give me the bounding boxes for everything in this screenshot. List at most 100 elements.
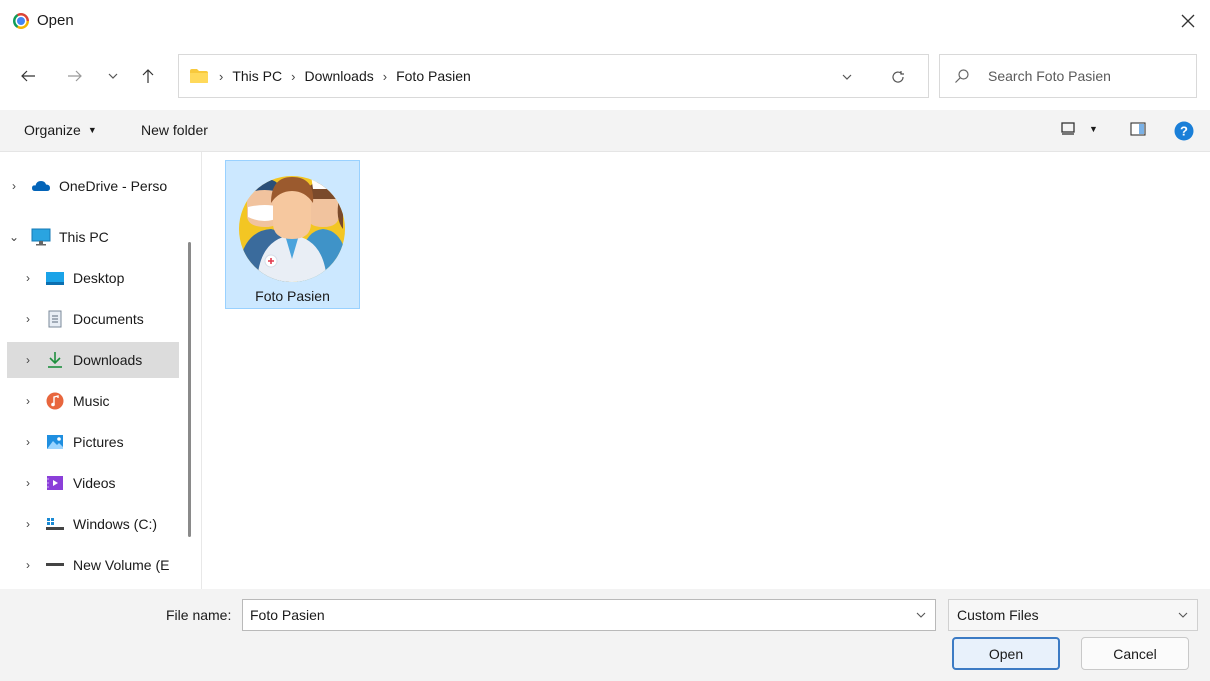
chevron-right-icon: › [26, 353, 30, 367]
title-bar: Open [0, 0, 1210, 42]
sidebar-item-windows-c[interactable]: › Windows (C:) [7, 506, 179, 542]
chevron-right-icon: › [26, 271, 30, 285]
sidebar-item-label: Desktop [73, 270, 125, 286]
sidebar-item-videos[interactable]: › Videos [7, 465, 179, 501]
sidebar-item-pictures[interactable]: › Pictures [7, 424, 179, 460]
breadcrumb-separator: › [382, 68, 388, 84]
breadcrumb: › This PC › Downloads › Foto Pasien [219, 68, 471, 84]
chrome-icon [13, 13, 29, 29]
file-list: Foto Pasien [202, 152, 1210, 589]
forward-arrow-icon [68, 70, 82, 82]
file-name-input[interactable] [250, 600, 900, 630]
sidebar-item-desktop[interactable]: › Desktop [7, 260, 179, 296]
sidebar-item-label: Pictures [73, 434, 124, 450]
file-name-dropdown-button[interactable] [913, 607, 929, 623]
file-type-select[interactable]: Custom Files [948, 599, 1198, 631]
change-view-button[interactable] [1061, 121, 1075, 135]
chevron-right-icon: › [26, 312, 30, 326]
forward-button[interactable] [63, 62, 87, 90]
refresh-icon [892, 71, 904, 83]
folder-icon [190, 69, 208, 83]
chevron-down-icon: ⌄ [8, 230, 20, 244]
desktop-icon [45, 268, 65, 288]
dialog-footer: File name: Custom Files Open Cancel [0, 589, 1210, 681]
file-type-dropdown-button[interactable] [1175, 607, 1191, 623]
file-item[interactable]: Foto Pasien [225, 160, 360, 309]
up-arrow-icon [142, 69, 154, 83]
chevron-right-icon: › [26, 558, 30, 572]
drive-icon [45, 514, 65, 534]
chevron-right-icon: › [26, 435, 30, 449]
back-button[interactable] [16, 62, 40, 90]
cloud-icon [31, 176, 51, 196]
chevron-right-icon: › [26, 394, 30, 408]
help-button[interactable]: ? [1174, 121, 1194, 141]
sidebar-item-new-volume[interactable]: › New Volume (E [7, 547, 179, 583]
breadcrumb-foto-pasien[interactable]: Foto Pasien [396, 68, 471, 84]
sidebar-item-label: Documents [73, 311, 144, 327]
videos-icon [45, 473, 65, 493]
medical-team-thumbnail [239, 176, 345, 282]
music-icon [45, 391, 65, 411]
new-folder-button[interactable]: New folder [141, 122, 208, 138]
chevron-down-icon [108, 73, 118, 79]
pictures-icon [45, 432, 65, 452]
back-arrow-icon [21, 70, 35, 82]
caret-down-icon: ▼ [1089, 124, 1098, 134]
preview-pane-button[interactable] [1130, 122, 1146, 136]
breadcrumb-downloads[interactable]: Downloads [304, 68, 373, 84]
sidebar-item-label: Windows (C:) [73, 516, 158, 532]
sidebar-item-downloads[interactable]: › Downloads [7, 342, 179, 378]
recent-locations-button[interactable] [101, 62, 125, 90]
sidebar-item-label: OneDrive - Perso [59, 178, 168, 194]
sidebar-item-label: This PC [59, 229, 109, 245]
file-name-label: Foto Pasien [255, 288, 330, 304]
sidebar-item-label: Downloads [73, 352, 143, 368]
breadcrumb-separator: › [219, 68, 224, 84]
chevron-down-icon [842, 74, 852, 80]
organize-button[interactable]: Organize ▼ [24, 122, 97, 138]
breadcrumb-this-pc[interactable]: This PC [232, 68, 282, 84]
preview-pane-icon [1130, 122, 1146, 136]
close-icon [1181, 14, 1195, 28]
help-icon: ? [1174, 121, 1194, 141]
cancel-button[interactable]: Cancel [1081, 637, 1189, 670]
search-box [939, 54, 1197, 98]
up-button[interactable] [136, 62, 160, 90]
refresh-button[interactable] [886, 66, 910, 88]
chevron-down-icon [916, 612, 926, 618]
caret-down-icon: ▼ [87, 125, 97, 135]
search-icon [955, 69, 969, 83]
window-title: Open [37, 12, 74, 29]
command-bar: Organize ▼ New folder ▼ ? [0, 110, 1210, 152]
breadcrumb-separator: › [291, 68, 296, 84]
address-bar[interactable]: › This PC › Downloads › Foto Pasien [178, 54, 929, 98]
sidebar-item-this-pc[interactable]: ⌄ This PC [7, 219, 179, 255]
monitor-icon [31, 227, 51, 247]
scrollbar-thumb[interactable] [188, 242, 191, 537]
file-type-value: Custom Files [957, 607, 1039, 623]
chevron-down-icon [1178, 612, 1188, 618]
sidebar-item-label: Videos [73, 475, 116, 491]
view-options-button[interactable]: ▼ [1089, 124, 1098, 134]
chevron-right-icon: › [26, 517, 30, 531]
sidebar-item-label: New Volume (E [73, 557, 170, 573]
close-button[interactable] [1174, 7, 1202, 35]
sidebar-item-documents[interactable]: › Documents [7, 301, 179, 337]
sidebar-item-label: Music [73, 393, 110, 409]
sidebar-item-onedrive[interactable]: › OneDrive - Perso [7, 168, 179, 204]
documents-icon [45, 309, 65, 329]
open-button[interactable]: Open [952, 637, 1060, 670]
search-input[interactable] [988, 55, 1188, 97]
sidebar-item-music[interactable]: › Music [7, 383, 179, 419]
file-name-label: File name: [166, 607, 232, 623]
file-name-combobox [242, 599, 936, 631]
new-folder-label: New folder [141, 122, 208, 138]
download-icon [45, 350, 65, 370]
chevron-right-icon: › [26, 476, 30, 490]
address-history-dropdown[interactable] [837, 67, 857, 87]
chevron-right-icon: › [12, 179, 16, 193]
organize-label: Organize [24, 122, 81, 138]
svg-text:?: ? [1180, 124, 1188, 139]
view-icon [1061, 122, 1075, 135]
